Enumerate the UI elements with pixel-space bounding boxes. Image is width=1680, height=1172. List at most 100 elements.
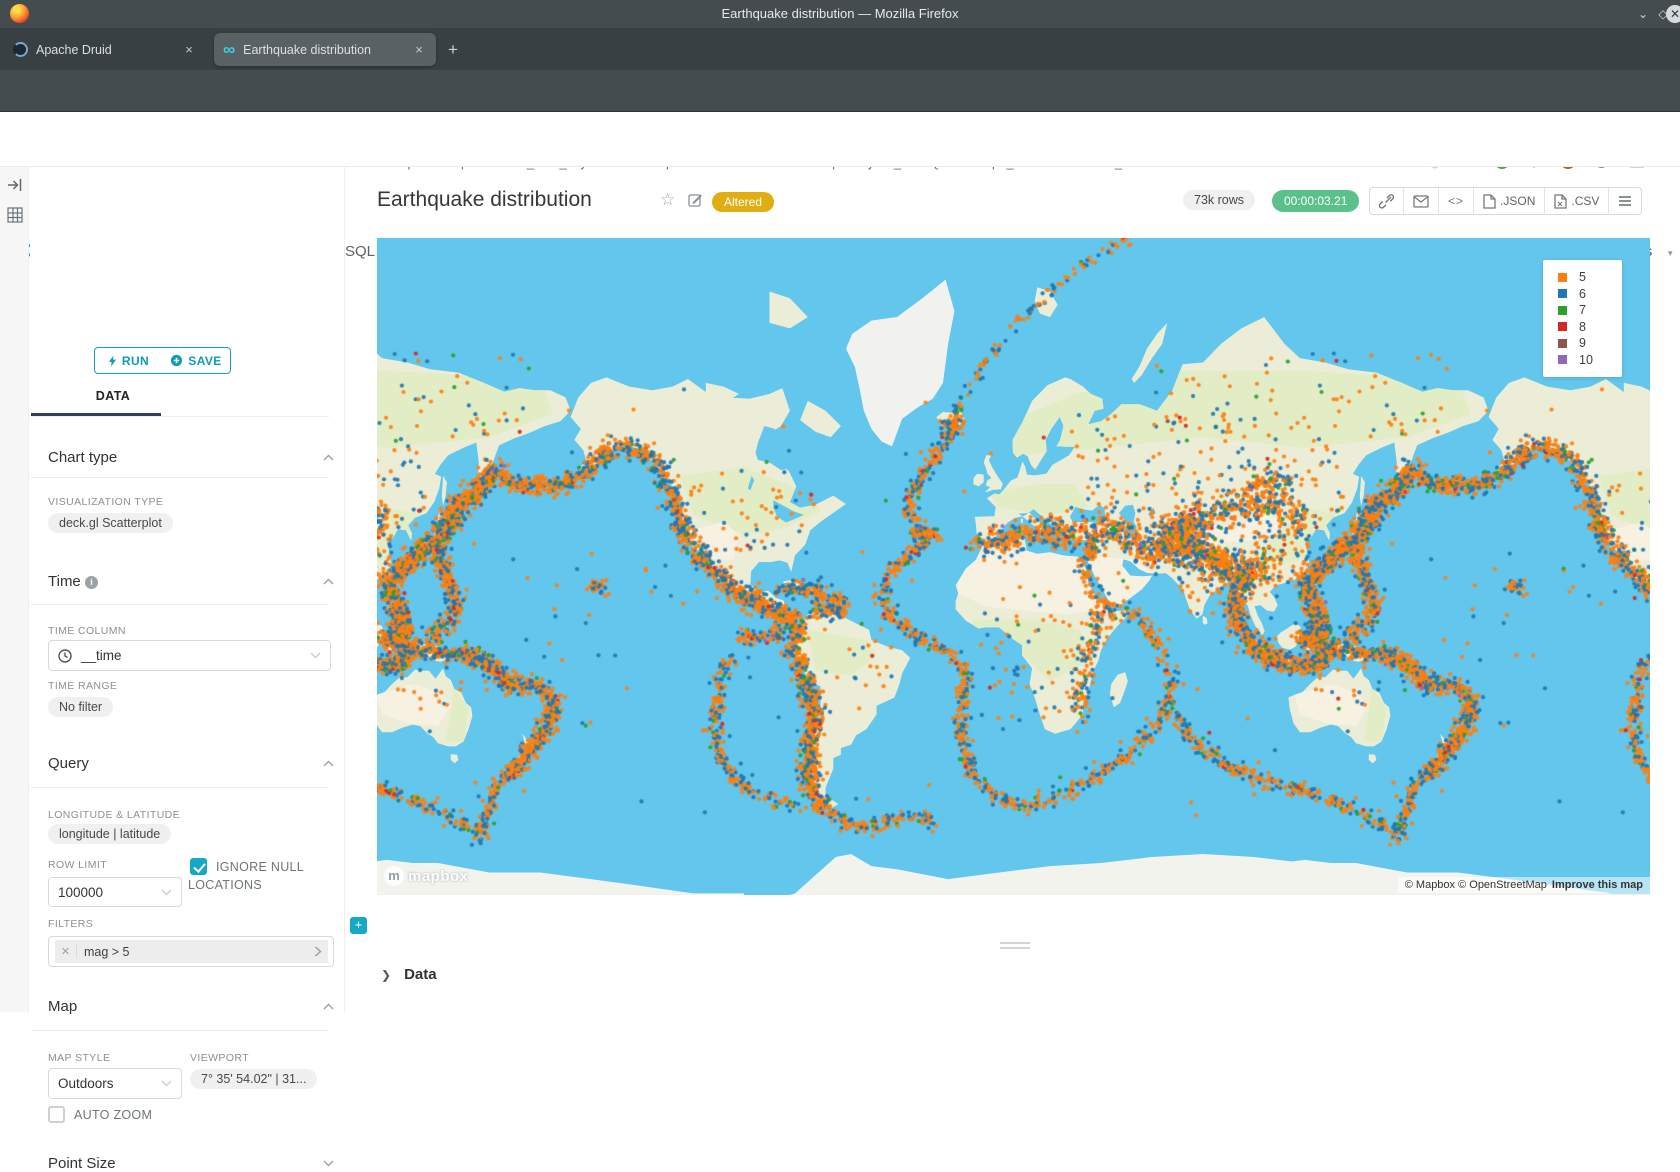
run-label: RUN (122, 354, 149, 368)
improve-map-link[interactable]: Improve this map (1552, 879, 1643, 891)
chart-actions-toolbar: <> .JSON .CSV (1369, 187, 1642, 215)
time-column-value: __time (81, 648, 122, 663)
viewport-value[interactable]: 7° 35' 54.02" | 31... (190, 1069, 317, 1089)
ignore-null-label-1: IGNORE NULL (216, 860, 304, 874)
chevron-up-icon[interactable] (323, 1003, 334, 1010)
row-limit-select[interactable]: 100000 (48, 877, 182, 907)
query-timer-badge: 00:00:03.21 (1272, 190, 1359, 212)
legend-swatch (1558, 306, 1567, 315)
tab-earthquake-distribution[interactable]: ∞ Earthquake distribution × (214, 33, 436, 66)
chart-menu-icon[interactable] (1609, 188, 1641, 214)
viz-type-label: VISUALIZATION TYPE (48, 496, 163, 508)
window-title: Earthquake distribution — Mozilla Firefo… (0, 6, 1680, 21)
auto-zoom-label: AUTO ZOOM (74, 1108, 152, 1122)
time-column-select[interactable]: __time (48, 640, 331, 671)
window-titlebar: Earthquake distribution — Mozilla Firefo… (0, 0, 1680, 28)
email-button[interactable] (1404, 188, 1439, 214)
chevron-down-icon (161, 1080, 172, 1087)
ignore-null-label-2: LOCATIONS (188, 878, 262, 892)
chevron-right-icon (308, 946, 328, 957)
legend-item: 5 (1558, 269, 1622, 286)
browser-tabbar: Apache Druid × ∞ Earthquake distribution… (0, 28, 1680, 70)
resize-handle[interactable] (1000, 939, 1030, 952)
filters-label: FILTERS (48, 918, 93, 930)
window-close-icon[interactable]: ✕ (1666, 5, 1680, 23)
export-json-button[interactable]: .JSON (1474, 188, 1545, 214)
legend-swatch (1558, 289, 1567, 298)
edit-icon[interactable] (688, 192, 703, 207)
csv-label: .CSV (1571, 194, 1599, 208)
mapbox-logo[interactable]: m mapbox (384, 866, 469, 886)
browser-toolbar: ← → ⟳ 172.18.0.3:32108 /superset/explore… (0, 70, 1680, 112)
collapse-panel-icon[interactable] (7, 178, 23, 192)
superset-favicon-icon: ∞ (223, 42, 235, 57)
legend-item: 10 (1558, 352, 1622, 369)
legend-item: 6 (1558, 286, 1622, 303)
druid-favicon-icon (13, 42, 28, 57)
save-label: SAVE (188, 354, 221, 368)
time-range-label: TIME RANGE (48, 680, 117, 692)
clock-icon (58, 649, 72, 663)
export-csv-button[interactable]: .CSV (1545, 188, 1609, 214)
collapse-strip (0, 167, 29, 1012)
tab-close-icon[interactable]: × (181, 42, 197, 57)
chevron-down-icon: ▾ (1668, 248, 1673, 259)
section-map[interactable]: Map (48, 998, 77, 1015)
legend-swatch (1558, 273, 1567, 282)
row-limit-label: ROW LIMIT (48, 859, 107, 871)
legend-swatch (1558, 355, 1567, 364)
time-range-value[interactable]: No filter (48, 697, 113, 717)
earthquake-points-layer (377, 238, 1650, 895)
superset-navbar: ∞ Superset Dashboards Charts SQL Lab ▾ D… (0, 112, 1680, 167)
chevron-down-icon[interactable] (323, 1160, 334, 1167)
remove-filter-icon[interactable]: ✕ (55, 945, 77, 958)
deckgl-map[interactable]: 5 6 7 8 9 10 m mapbox © Mapbox © OpenStr… (377, 238, 1650, 895)
chevron-up-icon[interactable] (323, 578, 334, 585)
tab-label: Apache Druid (36, 43, 173, 57)
embed-code-button[interactable]: <> (1439, 188, 1474, 214)
map-legend: 5 6 7 8 9 10 (1543, 260, 1622, 377)
section-chart-type[interactable]: Chart type (48, 449, 117, 466)
legend-item: 7 (1558, 302, 1622, 319)
section-query[interactable]: Query (48, 755, 89, 772)
lonlat-value[interactable]: longitude | latitude (48, 824, 171, 844)
save-button[interactable]: SAVE (162, 347, 231, 374)
chevron-up-icon[interactable] (323, 760, 334, 767)
ignore-null-checkbox[interactable] (190, 858, 207, 875)
add-filter-button[interactable]: + (350, 917, 367, 934)
dataset-grid-icon[interactable] (7, 207, 23, 223)
map-style-select[interactable]: Outdoors (48, 1068, 182, 1099)
tab-apache-druid[interactable]: Apache Druid × (4, 33, 206, 66)
filter-expression: mag > 5 (77, 945, 308, 959)
share-link-button[interactable] (1370, 188, 1404, 214)
run-button[interactable]: RUN (94, 347, 163, 374)
chevron-up-icon[interactable] (323, 454, 334, 461)
mapbox-logo-icon: m (384, 866, 404, 886)
data-panel-toggle[interactable]: ❯ Data (381, 966, 437, 983)
row-limit-value: 100000 (58, 885, 103, 900)
auto-zoom-checkbox[interactable] (48, 1106, 65, 1123)
legend-item: 8 (1558, 319, 1622, 336)
altered-badge: Altered (712, 192, 774, 212)
viz-type-value[interactable]: deck.gl Scatterplot (48, 513, 173, 533)
filter-chip[interactable]: ✕ mag > 5 (55, 940, 328, 963)
new-tab-icon[interactable]: + (448, 40, 458, 60)
explore-control-panel: RUN SAVE DATA Chart type VISUALIZATION T… (30, 167, 345, 1012)
chevron-down-icon (161, 889, 172, 896)
viewport-label: VIEWPORT (190, 1052, 249, 1064)
tab-data[interactable]: DATA (48, 389, 178, 403)
map-style-label: MAP STYLE (48, 1052, 110, 1064)
section-point-size[interactable]: Point Size (48, 1155, 116, 1172)
map-style-value: Outdoors (58, 1076, 114, 1091)
tab-label: Earthquake distribution (243, 43, 403, 57)
legend-swatch (1558, 322, 1567, 331)
section-time[interactable]: Time i (48, 573, 98, 590)
chevron-down-icon (310, 652, 321, 659)
favorite-star-icon[interactable]: ☆ (660, 190, 675, 210)
legend-swatch (1558, 339, 1567, 348)
chart-title: Earthquake distribution (377, 188, 592, 212)
tab-close-icon[interactable]: × (411, 42, 427, 57)
window-minimize-icon[interactable]: ⌄ (1634, 5, 1652, 23)
info-icon: i (85, 576, 98, 589)
legend-item: 9 (1558, 335, 1622, 352)
